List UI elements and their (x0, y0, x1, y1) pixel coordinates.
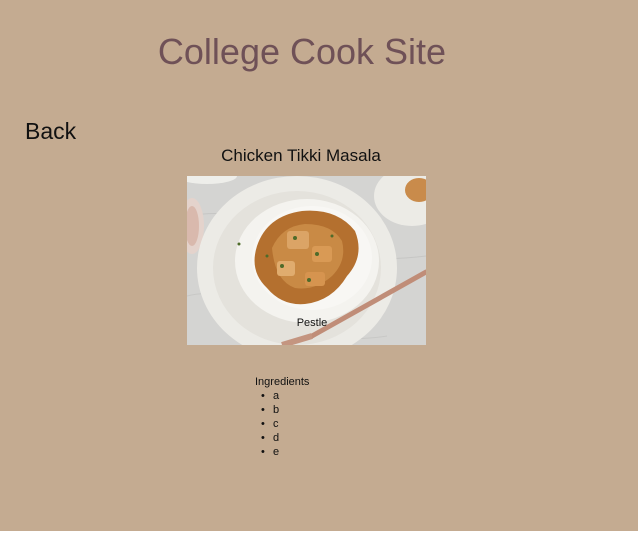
photo-caption: Pestle (296, 317, 328, 329)
back-link[interactable]: Back (25, 117, 76, 145)
recipe-title: Chicken Tikki Masala (221, 146, 381, 165)
ingredient-label: e (273, 446, 280, 458)
list-item: • d (261, 432, 280, 444)
list-item: • c (261, 418, 279, 430)
list-item: • a (261, 390, 280, 402)
site-title: College Cook Site (157, 31, 447, 72)
ingredients-section: Ingredients • a • b • c • d • e (255, 375, 309, 459)
ingredient-label: d (273, 432, 280, 444)
list-item: • b (261, 404, 280, 416)
ingredient-label: a (273, 390, 280, 402)
ingredients-heading: Ingredients (255, 376, 310, 388)
ingredient-label: b (273, 404, 280, 416)
ingredient-label: c (273, 418, 279, 430)
ingredients-list: • a • b • c • d • e (255, 389, 309, 459)
list-item: • e (261, 446, 280, 458)
page: College Cook Site Back Chicken Tikki Mas… (0, 0, 638, 531)
